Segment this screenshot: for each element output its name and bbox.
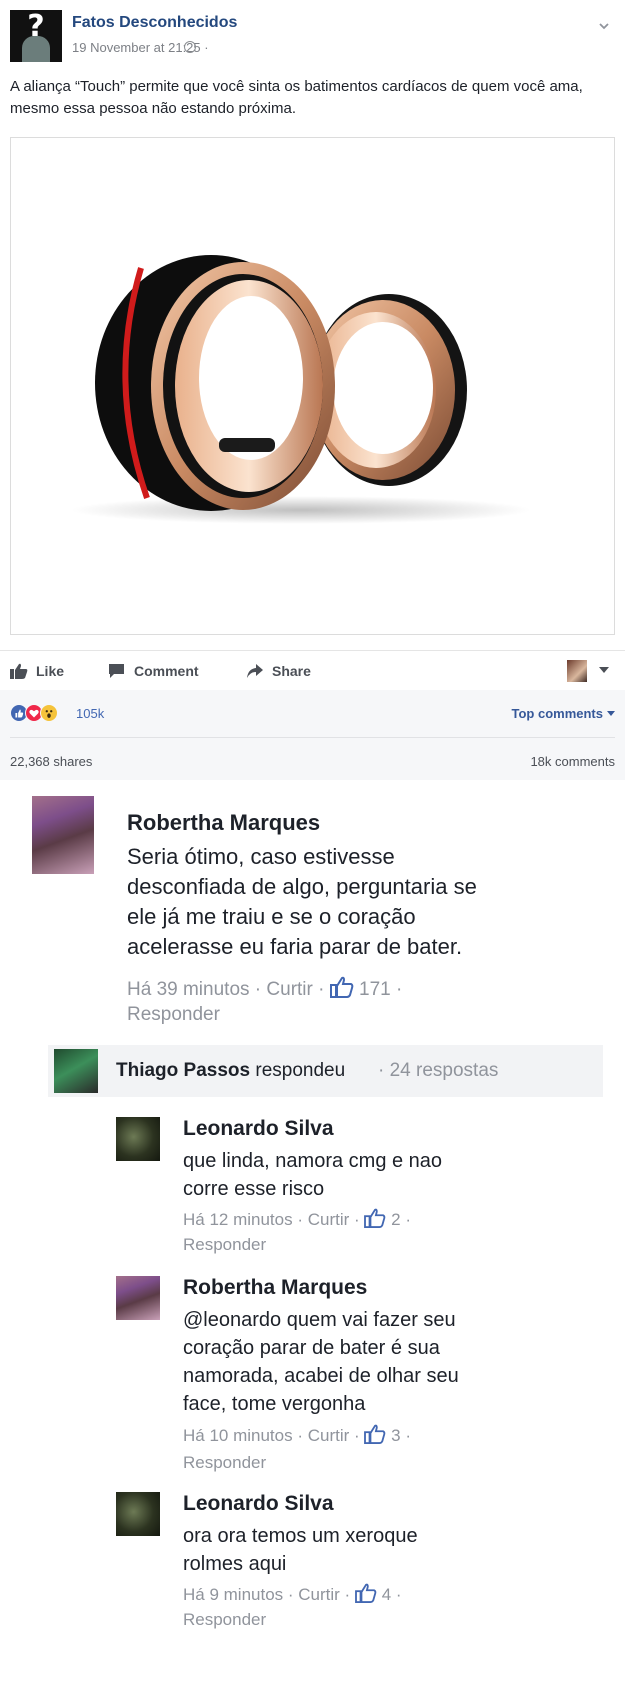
comment-text: ora ora temos um xeroque rolmes aqui bbox=[183, 1522, 563, 1578]
share-label: Share bbox=[272, 663, 311, 679]
thumbs-up-icon bbox=[10, 663, 28, 679]
replies-thread-link[interactable]: Thiago Passos respondeu · 24 respostas bbox=[48, 1045, 603, 1097]
comment-text: Seria ótimo, caso estivesse desconfiada … bbox=[127, 842, 587, 962]
comment-bubble-icon bbox=[109, 664, 124, 678]
comment-line: desconfiada de algo, perguntaria se bbox=[127, 874, 477, 899]
share-arrow-icon bbox=[247, 664, 263, 678]
reply-comment: Leonardo Silva que linda, namora cmg e n… bbox=[116, 1117, 596, 1267]
replier-name: Thiago Passos bbox=[116, 1060, 251, 1081]
thumbs-up-outline-icon bbox=[355, 1583, 377, 1603]
comment-line: namorada, acabei de olhar seu bbox=[183, 1365, 459, 1387]
comment-like-count: 171 · bbox=[359, 979, 403, 1000]
page-avatar[interactable]: ? bbox=[10, 10, 62, 62]
silhouette-icon bbox=[22, 36, 50, 62]
reply-comment: Leonardo Silva ora ora temos um xeroque … bbox=[116, 1492, 596, 1642]
comment-text: @leonardo quem vai fazer seu coração par… bbox=[183, 1306, 563, 1418]
reply-link[interactable]: Responder bbox=[183, 1453, 266, 1473]
comment-line: que linda, namora cmg e nao bbox=[183, 1150, 443, 1172]
reaction-row: 105k Top comments bbox=[10, 702, 615, 738]
viewer-identity-picker[interactable] bbox=[567, 659, 613, 683]
reply-link[interactable]: Responder bbox=[127, 1004, 220, 1026]
post-text: A aliança “Touch” permite que você sinta… bbox=[10, 78, 583, 117]
curtir-link[interactable]: Curtir · bbox=[308, 1426, 360, 1445]
comment-line: ora ora temos um xeroque bbox=[183, 1525, 418, 1547]
reply-link[interactable]: Responder bbox=[183, 1235, 266, 1255]
comment-line: Seria ótimo, caso estivesse bbox=[127, 844, 395, 869]
post-header: ? Fatos Desconhecidos 19 November at 21:… bbox=[10, 10, 610, 62]
avatar bbox=[54, 1049, 98, 1093]
comment-meta: Há 12 minutos · Curtir · 2 · bbox=[183, 1208, 411, 1230]
page-name[interactable]: Fatos Desconhecidos bbox=[72, 14, 237, 32]
comment-author[interactable]: Leonardo Silva bbox=[183, 1117, 334, 1141]
curtir-link[interactable]: Curtir · bbox=[298, 1585, 350, 1604]
avatar[interactable] bbox=[116, 1492, 160, 1536]
reaction-icons[interactable] bbox=[10, 704, 74, 724]
facebook-post: ? Fatos Desconhecidos 19 November at 21:… bbox=[0, 0, 625, 780]
comment-time[interactable]: Há 10 minutos · bbox=[183, 1426, 303, 1445]
avatar[interactable] bbox=[116, 1117, 160, 1161]
reply-link[interactable]: Responder bbox=[183, 1610, 266, 1630]
comment-meta: Há 39 minutos · Curtir · 171 · bbox=[127, 976, 402, 1001]
thumbs-up-outline-icon bbox=[329, 976, 354, 998]
comment-button[interactable]: Comment bbox=[108, 661, 208, 681]
reply-comment: Robertha Marques @leonardo quem vai faze… bbox=[116, 1276, 596, 1496]
replier-verb: respondeu bbox=[250, 1060, 346, 1081]
comment-time[interactable]: Há 39 minutos · bbox=[127, 979, 261, 1000]
thumbs-up-outline-icon bbox=[364, 1208, 386, 1228]
curtir-link[interactable]: Curtir · bbox=[308, 1210, 360, 1229]
comment-line: @leonardo quem vai fazer seu bbox=[183, 1309, 456, 1331]
comments-section: Robertha Marques Seria ótimo, caso estiv… bbox=[0, 780, 625, 1694]
avatar[interactable] bbox=[32, 796, 94, 874]
like-label: Like bbox=[36, 663, 65, 679]
comment-meta: Há 10 minutos · Curtir · 3 · bbox=[183, 1424, 411, 1446]
chevron-down-icon[interactable] bbox=[598, 20, 610, 32]
thread-replier: Thiago Passos respondeu bbox=[116, 1060, 345, 1082]
replies-count: · 24 respostas bbox=[378, 1060, 499, 1081]
comment-time[interactable]: Há 12 minutos · bbox=[183, 1210, 303, 1229]
like-button[interactable]: Like bbox=[10, 661, 70, 681]
top-comments-filter[interactable]: Top comments bbox=[512, 706, 616, 721]
comment-author[interactable]: Leonardo Silva bbox=[183, 1492, 334, 1516]
comment-label: Comment bbox=[134, 663, 199, 679]
caret-down-icon bbox=[599, 667, 609, 673]
viewer-avatar bbox=[567, 660, 587, 682]
share-button[interactable]: Share bbox=[246, 661, 326, 681]
comment-line: ele já me traiu e se o coração bbox=[127, 904, 416, 929]
comments-count[interactable]: 18k comments bbox=[530, 754, 615, 769]
wow-reaction-icon bbox=[40, 704, 58, 722]
rings-photo bbox=[11, 138, 614, 634]
globe-icon bbox=[184, 41, 196, 53]
comment-like-count: 4 · bbox=[381, 1585, 402, 1604]
reaction-count[interactable]: 105k bbox=[76, 706, 104, 721]
reactions-summary: 105k Top comments 22,368 shares 18k comm… bbox=[0, 690, 625, 780]
comment: Robertha Marques Seria ótimo, caso estiv… bbox=[32, 796, 602, 1036]
post-actions-bar: Like Comment Share bbox=[0, 650, 625, 690]
comment-author[interactable]: Robertha Marques bbox=[183, 1276, 367, 1300]
comment-meta: Há 9 minutos · Curtir · 4 · bbox=[183, 1583, 402, 1605]
comment-like-count: 3 · bbox=[391, 1426, 411, 1445]
comment-like-count: 2 · bbox=[391, 1210, 411, 1229]
comment-line: acelerasse eu faria parar de bater. bbox=[127, 934, 463, 959]
comment-time[interactable]: Há 9 minutos · bbox=[183, 1585, 294, 1604]
shares-count[interactable]: 22,368 shares bbox=[10, 754, 92, 769]
comment-author[interactable]: Robertha Marques bbox=[127, 810, 320, 836]
comment-line: coração parar de bater é sua bbox=[183, 1337, 440, 1359]
curtir-link[interactable]: Curtir · bbox=[266, 979, 324, 1000]
comment-line: corre esse risco bbox=[183, 1178, 325, 1200]
avatar[interactable] bbox=[116, 1276, 160, 1320]
post-image[interactable] bbox=[10, 137, 615, 635]
thumbs-up-outline-icon bbox=[364, 1424, 386, 1444]
comment-line: rolmes aqui bbox=[183, 1553, 287, 1575]
comment-line: face, tome vergonha bbox=[183, 1393, 366, 1415]
comment-text: que linda, namora cmg e nao corre esse r… bbox=[183, 1147, 563, 1203]
